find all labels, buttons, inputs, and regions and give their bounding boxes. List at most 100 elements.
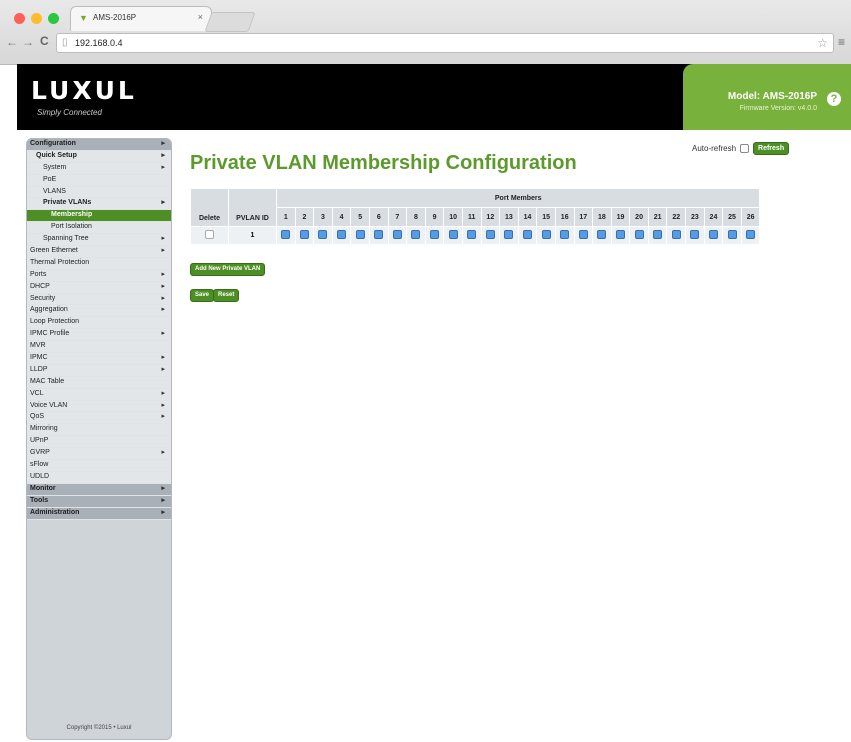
chevron-right-icon: ▸ xyxy=(161,401,165,409)
save-button[interactable]: Save xyxy=(190,289,215,302)
port-18-member-checkbox[interactable] xyxy=(597,230,607,239)
sidebar-item-ipmc-profile[interactable]: IPMC Profile ▸ xyxy=(27,329,171,342)
close-window-button[interactable] xyxy=(14,13,25,24)
sidebar-item-port-isolation[interactable]: Port Isolation xyxy=(27,222,171,235)
port-19-member-checkbox[interactable] xyxy=(615,230,625,239)
port-12-member-checkbox[interactable] xyxy=(485,230,495,239)
port-25-member-checkbox[interactable] xyxy=(727,230,737,239)
browser-menu-icon[interactable]: ≡ xyxy=(838,35,845,49)
address-bar[interactable]: ▯ 192.168.0.4 ☆ xyxy=(56,33,834,53)
sidebar-item-vlans[interactable]: VLANS xyxy=(27,186,171,199)
port-14-member-checkbox[interactable] xyxy=(523,230,533,239)
port-7-member-checkbox[interactable] xyxy=(392,230,402,239)
sidebar-item-aggregation[interactable]: Aggregation ▸ xyxy=(27,305,171,318)
sidebar-item-mvr[interactable]: MVR xyxy=(27,341,171,354)
help-icon[interactable]: ? xyxy=(827,92,841,106)
new-tab-button[interactable] xyxy=(204,12,256,32)
port-member-cell xyxy=(480,226,501,245)
sidebar-item-upnp[interactable]: UPnP xyxy=(27,436,171,449)
sidebar-item-administration[interactable]: Administration ▸ xyxy=(27,507,171,520)
port-9-member-checkbox[interactable] xyxy=(430,230,440,239)
sidebar-item-label: Ports xyxy=(30,270,47,278)
chevron-right-icon: ▸ xyxy=(161,306,165,314)
chevron-right-icon: ▸ xyxy=(161,365,165,373)
maximize-window-button[interactable] xyxy=(48,13,59,24)
reset-button[interactable]: Reset xyxy=(213,289,240,302)
sidebar-item-loop-protection[interactable]: Loop Protection xyxy=(27,317,171,330)
sidebar-item-ports[interactable]: Ports ▸ xyxy=(27,269,171,282)
minimize-window-button[interactable] xyxy=(31,13,42,24)
column-header-port-members: Port Members xyxy=(275,188,761,208)
sidebar-item-ipmc[interactable]: IPMC ▸ xyxy=(27,353,171,365)
port-11-member-checkbox[interactable] xyxy=(467,230,477,239)
sidebar-item-label: UDLD xyxy=(30,472,50,480)
back-icon[interactable]: ← xyxy=(6,35,18,49)
port-21-member-checkbox[interactable] xyxy=(653,230,663,239)
port-1-member-checkbox[interactable] xyxy=(281,230,291,239)
port-22-member-checkbox[interactable] xyxy=(671,230,681,239)
sidebar-item-gvrp[interactable]: GVRP ▸ xyxy=(27,448,171,461)
refresh-button[interactable]: Refresh xyxy=(753,142,790,155)
add-private-vlan-button[interactable]: Add New Private VLAN xyxy=(190,263,266,276)
chevron-right-icon: ▸ xyxy=(161,140,165,147)
reload-icon[interactable]: C xyxy=(40,34,49,48)
port-16-member-checkbox[interactable] xyxy=(560,230,570,239)
sidebar-item-qos[interactable]: QoS ▸ xyxy=(27,412,171,425)
port-6-member-checkbox[interactable] xyxy=(374,230,384,239)
port-13-member-checkbox[interactable] xyxy=(504,230,514,239)
sidebar-item-mac-table[interactable]: MAC Table xyxy=(27,376,171,389)
sidebar-item-label: MVR xyxy=(30,342,46,350)
column-header-port-6: 6 xyxy=(368,207,389,227)
sidebar-item-label: sFlow xyxy=(30,461,49,469)
sidebar-item-label: UPnP xyxy=(30,437,49,445)
column-header-port-23: 23 xyxy=(685,207,705,227)
port-10-member-checkbox[interactable] xyxy=(448,230,458,239)
sidebar-item-security[interactable]: Security ▸ xyxy=(27,293,171,306)
port-5-member-checkbox[interactable] xyxy=(355,230,365,239)
forward-icon[interactable]: → xyxy=(22,35,34,49)
port-2-member-checkbox[interactable] xyxy=(299,230,309,239)
delete-checkbox[interactable] xyxy=(205,230,214,239)
chevron-right-icon: ▸ xyxy=(161,330,165,338)
column-header-port-25: 25 xyxy=(722,207,742,227)
port-23-member-checkbox[interactable] xyxy=(690,230,700,239)
sidebar-item-poe[interactable]: PoE xyxy=(27,174,171,187)
sidebar-item-mirroring[interactable]: Mirroring xyxy=(27,424,171,437)
port-17-member-checkbox[interactable] xyxy=(578,230,588,239)
port-20-member-checkbox[interactable] xyxy=(634,230,644,239)
port-4-member-checkbox[interactable] xyxy=(337,230,347,239)
sidebar-item-spanning-tree[interactable]: Spanning Tree ▸ xyxy=(27,234,171,247)
port-member-cell xyxy=(387,226,408,245)
sidebar-item-label: Port Isolation xyxy=(51,223,92,231)
auto-refresh-control: Auto-refresh Refresh xyxy=(692,142,790,155)
sidebar-item-label: Aggregation xyxy=(30,306,68,314)
sidebar-item-green-ethernet[interactable]: Green Ethernet ▸ xyxy=(27,246,171,258)
column-header-port-12: 12 xyxy=(480,207,501,227)
sidebar-item-private-vlans[interactable]: Private VLANs ▸ xyxy=(27,198,171,211)
sidebar-item-configuration[interactable]: Configuration ▸ xyxy=(27,139,171,151)
sidebar-item-dhcp[interactable]: DHCP ▸ xyxy=(27,281,171,294)
bookmark-star-icon[interactable]: ☆ xyxy=(817,36,828,50)
sidebar-item-quick-setup[interactable]: Quick Setup ▸ xyxy=(27,150,171,163)
sidebar-item-voice-vlan[interactable]: Voice VLAN ▸ xyxy=(27,400,171,413)
sidebar-item-thermal-protection[interactable]: Thermal Protection xyxy=(27,257,171,270)
chevron-right-icon: ▸ xyxy=(161,484,165,492)
port-8-member-checkbox[interactable] xyxy=(411,230,421,239)
port-3-member-checkbox[interactable] xyxy=(318,230,328,239)
sidebar-item-monitor[interactable]: Monitor ▸ xyxy=(27,483,171,496)
sidebar-item-udld[interactable]: UDLD xyxy=(27,471,171,484)
sidebar-item-membership[interactable]: Membership xyxy=(27,210,171,223)
sidebar-item-tools[interactable]: Tools ▸ xyxy=(27,495,171,508)
sidebar-item-vcl[interactable]: VCL ▸ xyxy=(27,388,171,401)
pvlan-id-cell: 1 xyxy=(228,226,277,245)
tab-close-icon[interactable]: × xyxy=(198,12,203,22)
port-24-member-checkbox[interactable] xyxy=(708,230,718,239)
browser-tab[interactable]: ▼ AMS-2016P × xyxy=(70,6,212,31)
sidebar-item-system[interactable]: System ▸ xyxy=(27,162,171,175)
port-member-cell xyxy=(685,226,705,245)
sidebar-item-lldp[interactable]: LLDP ▸ xyxy=(27,364,171,377)
port-15-member-checkbox[interactable] xyxy=(541,230,551,239)
sidebar-item-sflow[interactable]: sFlow xyxy=(27,460,171,472)
auto-refresh-checkbox[interactable] xyxy=(740,144,750,153)
port-26-member-checkbox[interactable] xyxy=(746,230,756,239)
